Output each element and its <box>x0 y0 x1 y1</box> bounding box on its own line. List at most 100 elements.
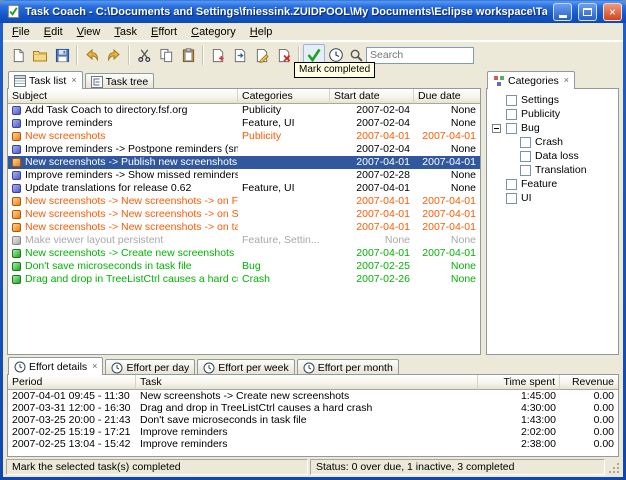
task-row[interactable]: Improve reminders -> Show missed reminde… <box>8 169 480 182</box>
categories-icon <box>493 75 505 87</box>
new-subtask-button[interactable] <box>229 44 251 66</box>
category-item-ui[interactable]: UI <box>491 191 616 205</box>
status-bar: Mark the selected task(s) completed Stat… <box>3 457 623 477</box>
task-status-icon <box>12 275 21 284</box>
col-task[interactable]: Task <box>136 375 478 390</box>
col-categories[interactable]: Categories <box>238 89 330 104</box>
task-row[interactable]: Drag and drop in TreeListCtrl causes a h… <box>8 273 480 286</box>
task-row[interactable]: New screenshotsPublicity2007-04-012007-0… <box>8 130 480 143</box>
task-row[interactable]: Make viewer layout persistentFeature, Se… <box>8 234 480 247</box>
effort-table-header: Period Task Time spent Revenue <box>8 375 618 390</box>
search-input[interactable] <box>366 47 474 64</box>
checkbox[interactable] <box>506 193 517 204</box>
task-status-icon <box>12 249 21 258</box>
checkbox[interactable] <box>506 123 517 134</box>
category-item-crash[interactable]: Crash <box>491 135 616 149</box>
tab-effort-per-month[interactable]: Effort per month <box>297 359 399 375</box>
task-row[interactable]: New screenshots -> New screenshots -> on… <box>8 221 480 234</box>
category-item-data-loss[interactable]: Data loss <box>491 149 616 163</box>
task-status-icon <box>12 184 21 193</box>
category-item-translation[interactable]: Translation <box>491 163 616 177</box>
edit-task-button[interactable] <box>251 44 273 66</box>
menu-effort[interactable]: Effort <box>144 24 184 40</box>
new-task-button[interactable] <box>207 44 229 66</box>
task-row[interactable]: Don't save microseconds in task fileBug2… <box>8 260 480 273</box>
col-period[interactable]: Period <box>8 375 136 390</box>
close-tab-icon[interactable]: × <box>564 76 569 85</box>
undo-button[interactable] <box>81 44 103 66</box>
category-item-bug[interactable]: Bug <box>491 121 616 135</box>
cut-button[interactable] <box>133 44 155 66</box>
effort-row[interactable]: 2007-02-25 13:04 - 15:42Improve reminder… <box>8 438 618 450</box>
effort-row[interactable]: 2007-02-25 15:19 - 17:21Improve reminder… <box>8 426 618 438</box>
open-file-button[interactable] <box>29 44 51 66</box>
task-row[interactable]: Improve remindersFeature, UI2007-02-04No… <box>8 117 480 130</box>
tab-effort-details[interactable]: Effort details × <box>8 357 103 375</box>
maximize-button[interactable] <box>578 3 597 21</box>
categories-tabbar: Categories × <box>486 71 619 89</box>
task-tree-icon <box>91 76 103 88</box>
effort-row[interactable]: 2007-03-31 12:00 - 16:30Drag and drop in… <box>8 402 618 414</box>
close-tab-icon[interactable]: × <box>71 76 76 85</box>
task-rows: Add Task Coach to directory.fsf.orgPubli… <box>8 104 480 354</box>
resize-grip[interactable] <box>607 459 621 475</box>
task-row[interactable]: New screenshots -> New screenshots -> on… <box>8 208 480 221</box>
menu-task[interactable]: Task <box>107 24 144 40</box>
categories-panel: Categories × Settings Publicity Bug Cras… <box>486 71 619 355</box>
effort-row[interactable]: 2007-03-25 20:00 - 21:43Don't save micro… <box>8 414 618 426</box>
effort-panel: Effort details × Effort per day Effort p… <box>3 357 623 457</box>
category-item-feature[interactable]: Feature <box>491 177 616 191</box>
tab-task-list[interactable]: Task list × <box>8 71 83 89</box>
task-subject: New screenshots -> New screenshots -> on… <box>25 221 238 234</box>
close-tab-icon[interactable]: × <box>92 362 97 371</box>
menu-help[interactable]: Help <box>243 24 280 40</box>
category-item-settings[interactable]: Settings <box>491 93 616 107</box>
checkbox[interactable] <box>506 179 517 190</box>
task-list-icon <box>14 75 26 87</box>
tab-label: Task list <box>29 75 66 87</box>
task-row[interactable]: New screenshots -> Create new screenshot… <box>8 247 480 260</box>
tab-label: Task tree <box>106 76 149 88</box>
task-subject: Update translations for release 0.62 <box>25 182 191 195</box>
task-row[interactable]: Improve reminders -> Postpone reminders … <box>8 143 480 156</box>
menu-view[interactable]: View <box>70 24 108 40</box>
effort-row[interactable]: 2007-04-01 09:45 - 11:30New screenshots … <box>8 390 618 402</box>
paste-button[interactable] <box>177 44 199 66</box>
collapse-icon[interactable] <box>492 124 501 133</box>
tab-effort-per-week[interactable]: Effort per week <box>197 359 294 375</box>
task-row[interactable]: Update translations for release 0.62Feat… <box>8 182 480 195</box>
close-button[interactable]: × <box>603 3 622 21</box>
new-file-button[interactable] <box>7 44 29 66</box>
task-status-icon <box>12 171 21 180</box>
tab-categories[interactable]: Categories × <box>487 71 575 89</box>
task-row[interactable]: New screenshots -> New screenshots -> on… <box>8 195 480 208</box>
save-file-button[interactable] <box>51 44 73 66</box>
checkbox[interactable] <box>520 165 531 176</box>
col-due-date[interactable]: Due date <box>414 89 480 104</box>
toolbar-separator <box>128 46 130 65</box>
menu-edit[interactable]: Edit <box>37 24 70 40</box>
col-revenue[interactable]: Revenue <box>560 375 618 390</box>
tab-task-tree[interactable]: Task tree <box>85 73 155 89</box>
tab-label: Categories <box>508 75 559 87</box>
checkbox[interactable] <box>506 109 517 120</box>
delete-task-button[interactable] <box>273 44 295 66</box>
col-start-date[interactable]: Start date <box>330 89 414 104</box>
task-row-selected[interactable]: New screenshots -> Publish new screensho… <box>8 156 480 169</box>
checkbox[interactable] <box>520 137 531 148</box>
col-subject[interactable]: Subject <box>8 89 238 104</box>
copy-button[interactable] <box>155 44 177 66</box>
category-item-publicity[interactable]: Publicity <box>491 107 616 121</box>
tab-effort-per-day[interactable]: Effort per day <box>105 359 195 375</box>
checkbox[interactable] <box>506 95 517 106</box>
status-summary: Status: 0 over due, 1 inactive, 3 comple… <box>310 459 605 475</box>
checkbox[interactable] <box>520 151 531 162</box>
minimize-button[interactable] <box>553 3 572 21</box>
menu-file[interactable]: File <box>5 24 37 40</box>
tab-label: Effort per month <box>318 362 393 374</box>
titlebar[interactable]: Task Coach - C:\Documents and Settings\f… <box>0 0 626 23</box>
redo-button[interactable] <box>103 44 125 66</box>
col-time-spent[interactable]: Time spent <box>478 375 560 390</box>
menu-category[interactable]: Category <box>184 24 243 40</box>
task-row[interactable]: Add Task Coach to directory.fsf.orgPubli… <box>8 104 480 117</box>
